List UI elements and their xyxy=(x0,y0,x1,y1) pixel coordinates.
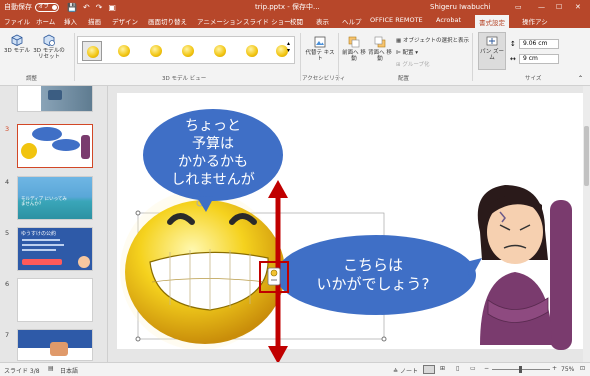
scroll-thumb[interactable] xyxy=(584,126,589,186)
red-arrow-up-head xyxy=(268,180,288,198)
status-bar: スライド 3/8 ▤ 日本語 ≙ ノート ⊞ ▯ ▭ − + 75% ⊡ xyxy=(0,362,590,376)
spellcheck-icon[interactable]: ▤ xyxy=(48,365,54,372)
bubble1-line: かかるかも xyxy=(178,154,248,170)
bubble1-line: 予算は xyxy=(192,136,234,152)
reading-view-icon[interactable]: ▯ xyxy=(456,365,459,372)
resize-handle[interactable] xyxy=(135,336,141,342)
zoom-out-icon[interactable]: − xyxy=(484,365,489,372)
slideshow-view-icon[interactable]: ▭ xyxy=(470,365,476,372)
vertical-scrollbar[interactable] xyxy=(583,86,590,362)
normal-view-icon[interactable] xyxy=(423,365,435,374)
bubble1-line: しれませんが xyxy=(171,172,255,188)
resize-handle[interactable] xyxy=(381,336,387,342)
zoom-slider-thumb[interactable] xyxy=(519,366,522,373)
resize-handle[interactable] xyxy=(135,210,141,216)
bubble2-line: こちらは xyxy=(343,256,403,274)
slide-artwork: ちょっと 予算は かかるかも しれませんが こちらは いかがでしょう? xyxy=(120,109,572,364)
slide-sorter-icon[interactable]: ⊞ xyxy=(440,365,445,372)
zoom-level[interactable]: 75% xyxy=(561,366,574,373)
slide-counter: スライド 3/8 xyxy=(4,368,40,375)
bubble2-line: いかがでしょう? xyxy=(317,275,430,293)
notes-button[interactable]: ≙ ノート xyxy=(393,366,418,375)
zoom-in-icon[interactable]: + xyxy=(552,365,557,372)
language-label[interactable]: 日本語 xyxy=(60,366,78,375)
bubble1-line: ちょっと xyxy=(185,118,241,134)
worried-person-illustration[interactable] xyxy=(477,185,572,350)
notes-label: ノート xyxy=(399,368,418,375)
fit-slide-icon[interactable]: ⊡ xyxy=(580,365,585,372)
